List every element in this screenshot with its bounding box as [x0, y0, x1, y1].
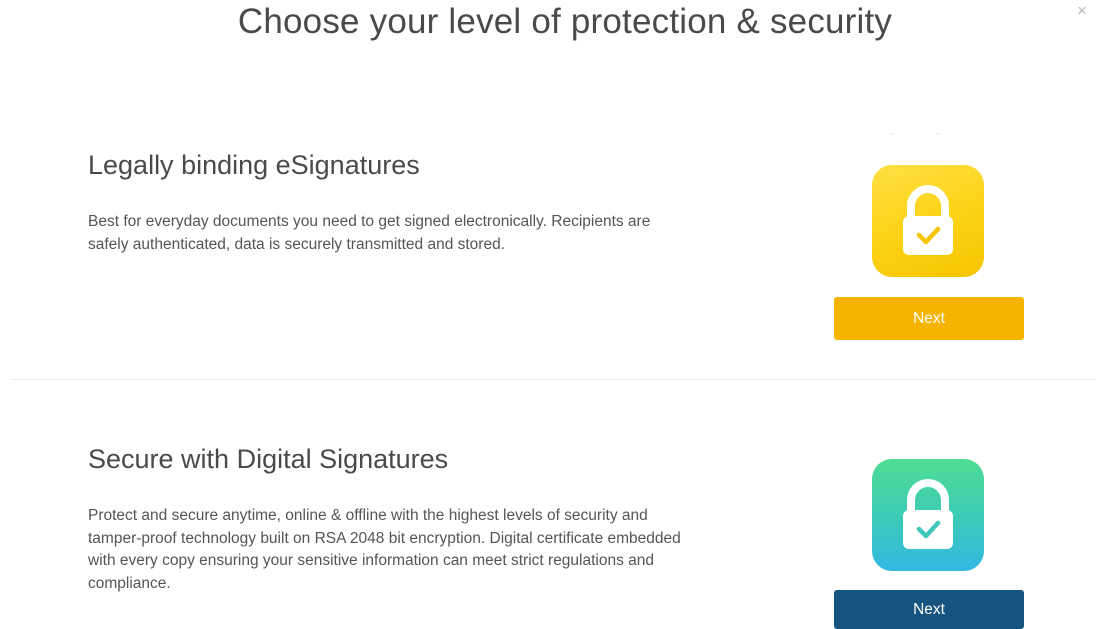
- next-button-esignatures[interactable]: Next: [834, 297, 1024, 340]
- section-divider: [10, 379, 1096, 380]
- next-button-digital-signatures[interactable]: Next: [834, 590, 1024, 629]
- option-title: Legally binding eSignatures: [88, 150, 420, 180]
- close-icon[interactable]: ×: [1077, 2, 1091, 19]
- page-title: Choose your level of protection & securi…: [237, 2, 893, 41]
- protection-level-dialog: Choose your level of protection & securi…: [0, 0, 1096, 629]
- decorative-dot: [936, 133, 939, 135]
- lock-check-icon: [872, 459, 984, 571]
- option-description: Protect and secure anytime, online & off…: [88, 507, 681, 592]
- lock-check-icon: [872, 165, 984, 277]
- decorative-dot: [891, 133, 894, 135]
- option-description: Best for everyday documents you need to …: [88, 213, 651, 253]
- option-title: Secure with Digital Signatures: [88, 444, 449, 474]
